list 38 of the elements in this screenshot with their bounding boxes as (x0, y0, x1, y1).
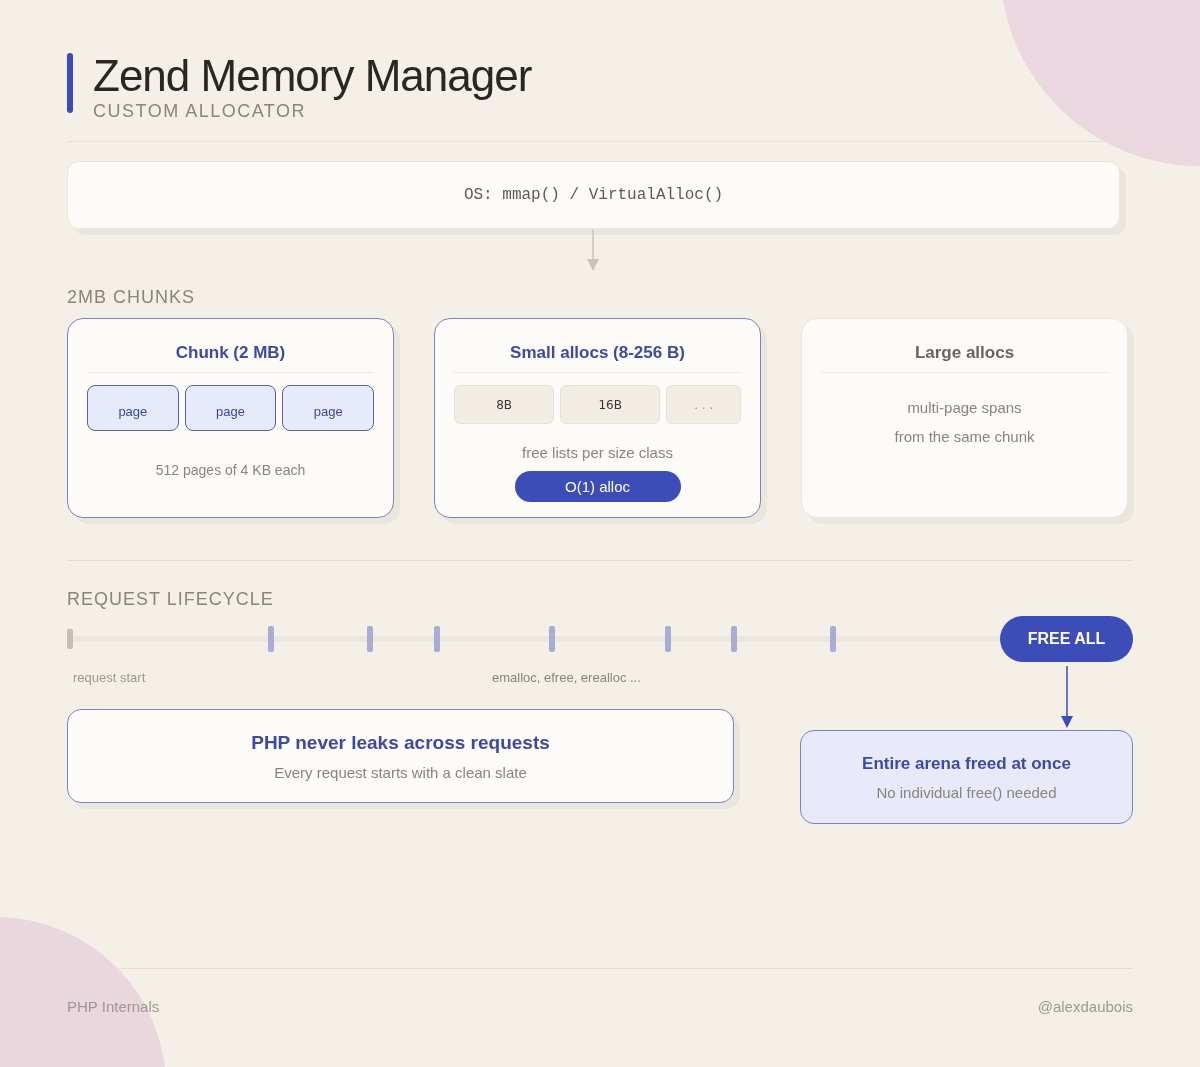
note-title: PHP never leaks across requests (251, 731, 550, 754)
size-class-block: 8B (454, 385, 555, 424)
page-block: page (282, 385, 374, 431)
card-title: Large allocs (821, 343, 1108, 373)
free-all-button[interactable]: FREE ALL (1000, 616, 1133, 662)
event-marker (367, 626, 374, 652)
page-subtitle: CUSTOM ALLOCATOR (93, 101, 308, 122)
event-marker (731, 626, 738, 652)
card-title: Chunk (2 MB) (87, 343, 374, 373)
footer-text: PHP Internals (67, 998, 160, 1015)
card-caption: 512 pages of 4 KB each (155, 462, 306, 478)
event-marker (665, 626, 672, 652)
card-title: Small allocs (8-256 B) (454, 343, 741, 373)
note-title: Entire arena freed at once (862, 753, 1071, 774)
size-class-block: . . . (666, 385, 741, 424)
accent-bar (67, 53, 73, 113)
footer-handle: @alexdaubois (1037, 998, 1133, 1015)
down-arrow-icon (586, 229, 600, 273)
event-marker (267, 626, 274, 652)
card-text: multi-page spans (907, 399, 1022, 416)
page-block: page (184, 385, 277, 431)
section-heading: 2MB CHUNKS (67, 287, 197, 308)
event-marker (433, 626, 440, 652)
card-text: from the same chunk (894, 428, 1035, 445)
section-heading: REQUEST LIFECYCLE (67, 589, 275, 610)
event-marker (830, 626, 837, 652)
note-text: No individual free() needed (876, 783, 1057, 801)
page-block: page (87, 385, 179, 431)
card-caption: free lists per size class (522, 444, 673, 461)
page-title: Zend Memory Manager (93, 52, 532, 100)
size-class-block: 16B (560, 385, 661, 424)
note-text: Every request starts with a clean slate (274, 763, 527, 781)
down-arrow-icon (1059, 666, 1074, 730)
timeline-label: emalloc, efree, erealloc ... (492, 670, 641, 685)
event-marker (549, 626, 556, 652)
timeline-label: request start (73, 670, 146, 685)
alloc-pill: O(1) alloc (514, 471, 681, 502)
start-marker (67, 629, 73, 649)
